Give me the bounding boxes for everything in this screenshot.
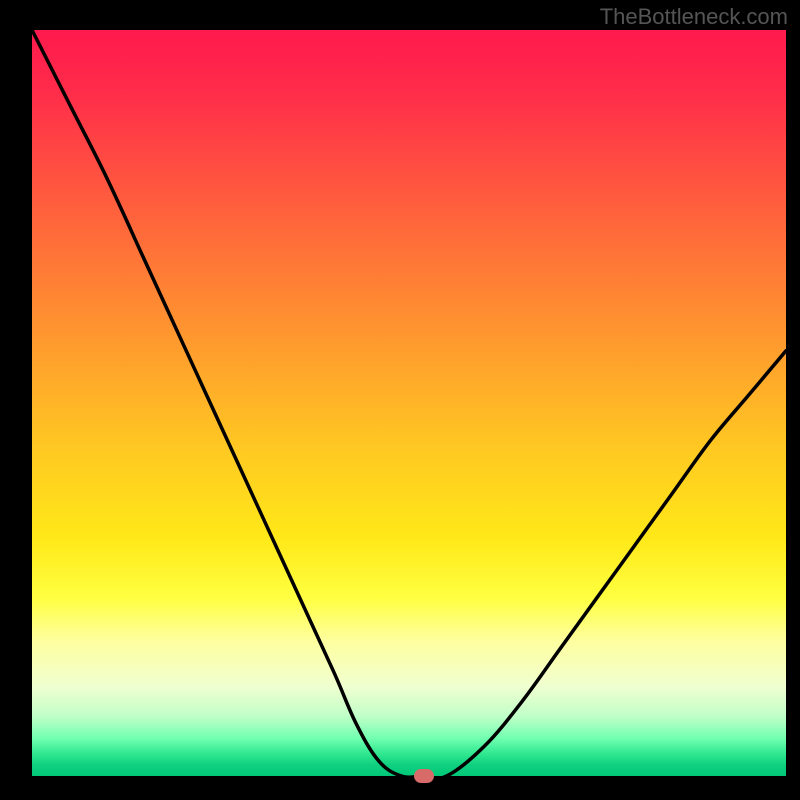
chart-plot-area (32, 30, 786, 776)
watermark-text: TheBottleneck.com (600, 4, 788, 30)
bottleneck-curve (32, 30, 786, 776)
optimal-point-marker (414, 769, 434, 783)
